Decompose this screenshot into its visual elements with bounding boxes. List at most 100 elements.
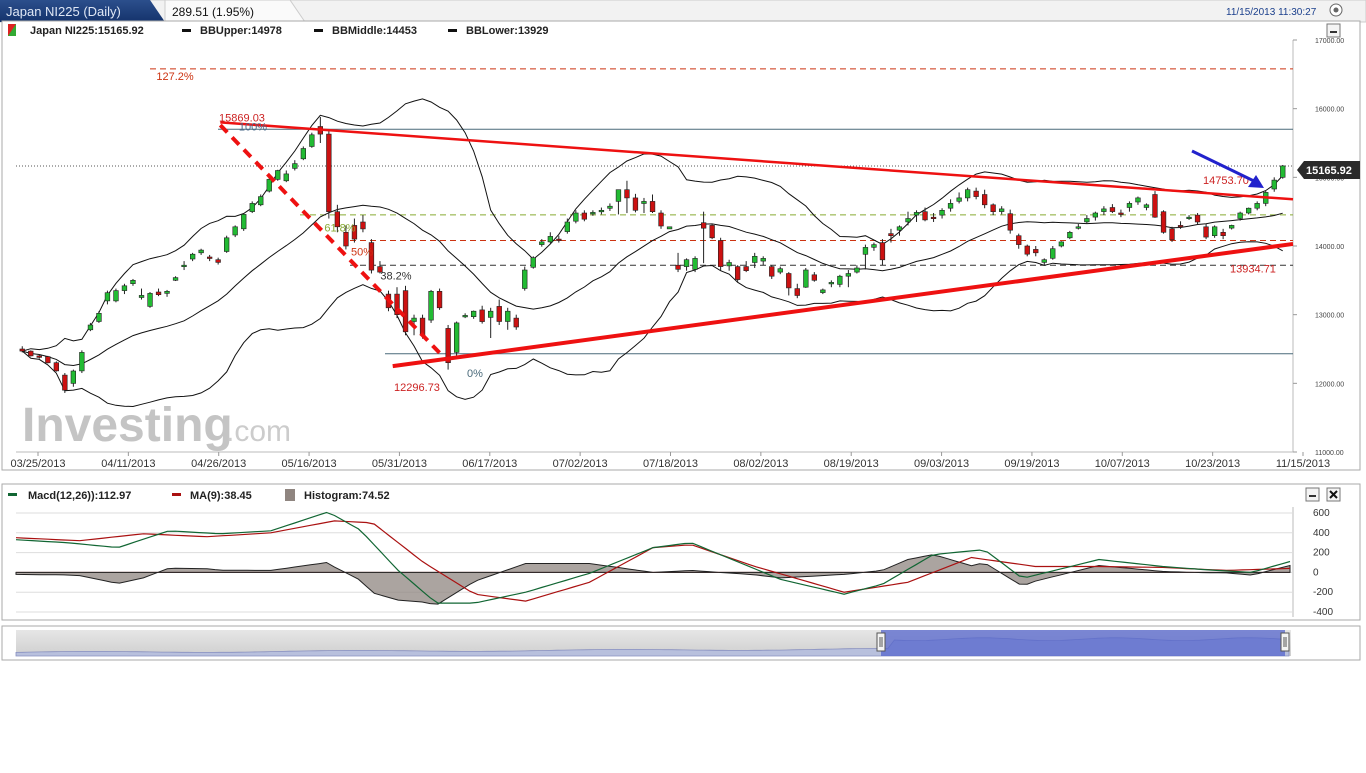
candle-body [1050,248,1056,259]
candle-body [207,256,213,259]
date-axis-label: 04/26/2013 [191,458,246,470]
candle-body [700,222,707,229]
last-price-label: 15165.92 [1306,165,1352,177]
date-axis-label: 09/19/2013 [1004,458,1059,470]
minimize-main-button[interactable] [1326,23,1341,38]
price-axis-label: 11000.00 [1315,450,1344,457]
candle-body [615,189,622,202]
candle [709,224,715,240]
candle-body [462,315,468,318]
candle-body [147,293,153,307]
candle-body [62,374,68,391]
minimize-macd-button[interactable] [1305,487,1320,502]
candle-body [241,214,247,230]
candle-body [496,306,502,322]
chart-annotation: 50% [351,247,373,259]
candle-body [845,273,851,277]
candle-body [1280,165,1286,178]
candle-body [1177,225,1184,228]
candle [522,266,528,291]
candle [666,226,673,230]
date-axis-label: 08/02/2013 [733,458,788,470]
candle-body [896,226,903,231]
candle-body [862,247,869,255]
candle [402,285,409,336]
candle [658,210,664,229]
candle-body [232,226,238,236]
candle-body [598,210,605,213]
macd-swatch [8,493,17,496]
candle-body [1126,203,1133,208]
candle [453,321,460,356]
candle-body [573,212,579,222]
candle-body [19,348,25,352]
candle-body [726,262,732,267]
navigator-selection[interactable] [881,630,1285,656]
price-axis-label: 14000.00 [1315,244,1344,251]
candle-body [1135,197,1141,203]
chart-annotation: 12296.73 [394,382,440,394]
navigator-left-handle[interactable] [876,632,886,652]
chart-annotation: 13934.71 [1230,264,1276,276]
candle-body [590,212,596,215]
candle-body [530,257,536,268]
candle [445,324,451,370]
candle-body [777,268,783,273]
candle-body [96,312,102,322]
histogram-swatch [285,489,295,501]
candle-body [1092,212,1098,218]
candle-body [1271,179,1277,190]
candle-body [666,226,673,230]
candle-body [811,274,817,281]
candle-body [1024,245,1030,255]
watermark-brand: Investing [22,399,233,452]
close-macd-button[interactable] [1326,487,1341,502]
candle-body [632,197,639,211]
candle-body [828,282,834,285]
candle-body [181,264,187,268]
navigator-right-handle[interactable] [1280,632,1290,652]
candle [147,292,153,308]
candle-body [411,317,417,322]
chart-canvas: Japan NI225 (Daily) 289.51 (1.95%) 11/15… [0,0,1366,661]
date-axis-label: 05/31/2013 [372,458,427,470]
candle-body [292,163,298,169]
date-axis-label: 09/03/2013 [914,458,969,470]
candle-body [1212,226,1218,237]
candle [717,237,724,271]
price-axis-label: 12000.00 [1315,381,1344,388]
candle [1160,210,1167,234]
candle-body [1101,208,1107,212]
candle-body [998,208,1005,212]
candle-body [854,267,860,273]
candle-body [249,203,255,212]
candle [326,129,332,219]
candle [275,169,281,181]
settings-icon[interactable] [1329,3,1343,17]
legend-histogram: Histogram:74.52 [304,490,390,502]
chart-annotation: 61.8% [324,223,355,235]
candle-body [922,211,928,221]
candle-body [1058,241,1064,247]
chart-annotation: 100% [239,122,267,134]
candle-body [53,362,59,372]
candle-body [172,277,179,281]
candle-body [820,289,826,293]
date-axis-label: 03/25/2013 [10,458,65,470]
date-axis-label: 04/11/2013 [101,458,155,470]
candle-body [675,264,681,270]
macd-axis-label: 0 [1313,567,1319,578]
candle-body [556,238,562,241]
candle-body [1186,216,1192,219]
candle-body [224,237,230,252]
candle-body [1143,204,1150,208]
candle [309,132,315,148]
candle-body [266,179,272,192]
candle-body [717,240,724,267]
candle-body [1109,207,1116,212]
watermark-suffix: .com [226,415,291,448]
bb-lower-swatch [448,29,457,32]
candle-body [79,352,85,372]
candle-body [275,170,281,180]
date-axis-label: 10/07/2013 [1095,458,1150,470]
